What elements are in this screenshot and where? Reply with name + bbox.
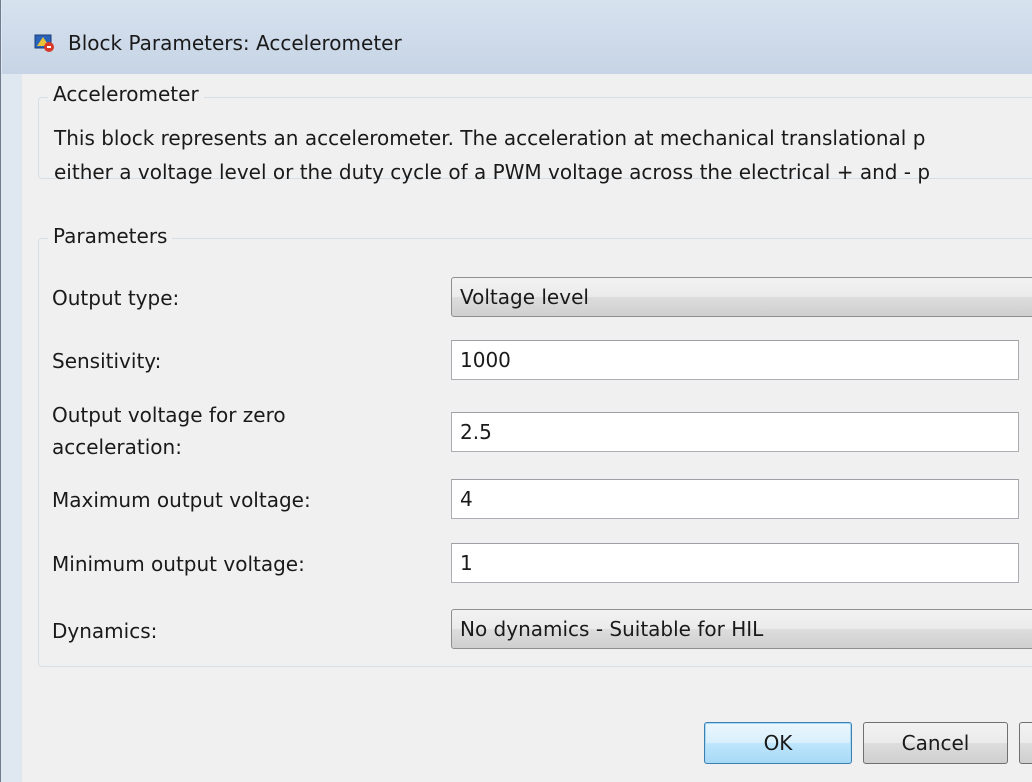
output-type-value: Voltage level — [460, 285, 589, 309]
dialog-window: Block Parameters: Accelerometer Accelero… — [0, 0, 1032, 782]
zero-accel-voltage-input[interactable]: 2.5 — [451, 412, 1019, 452]
max-voltage-label: Maximum output voltage: — [52, 488, 311, 512]
output-type-dropdown[interactable]: Voltage level — [451, 277, 1032, 317]
min-voltage-input[interactable]: 1 — [451, 543, 1019, 583]
max-voltage-value: 4 — [460, 487, 473, 511]
ok-button[interactable]: OK — [704, 722, 852, 764]
help-button-partial[interactable] — [1019, 722, 1032, 764]
window-title: Block Parameters: Accelerometer — [68, 31, 402, 55]
dynamics-label: Dynamics: — [52, 619, 158, 643]
title-bar[interactable]: Block Parameters: Accelerometer — [2, 0, 1032, 74]
zero-accel-label-line-2: acceleration: — [52, 435, 182, 459]
zero-accel-voltage-value: 2.5 — [460, 420, 492, 444]
cancel-button[interactable]: Cancel — [863, 722, 1008, 764]
description-line-2: either a voltage level or the duty cycle… — [54, 160, 931, 184]
description-group-label: Accelerometer — [48, 82, 204, 106]
dynamics-value: No dynamics - Suitable for HIL — [460, 617, 764, 641]
min-voltage-value: 1 — [460, 551, 473, 575]
output-type-label: Output type: — [52, 286, 180, 310]
max-voltage-input[interactable]: 4 — [451, 479, 1019, 519]
min-voltage-label: Minimum output voltage: — [52, 552, 305, 576]
parameters-group-label: Parameters — [48, 224, 173, 248]
zero-accel-label-line-1: Output voltage for zero — [52, 403, 286, 427]
sensitivity-value: 1000 — [460, 348, 511, 372]
simulink-block-icon — [34, 34, 54, 52]
dynamics-dropdown[interactable]: No dynamics - Suitable for HIL — [451, 609, 1032, 649]
sensitivity-input[interactable]: 1000 — [451, 340, 1019, 380]
sensitivity-label: Sensitivity: — [52, 349, 162, 373]
description-line-1: This block represents an accelerometer. … — [54, 126, 926, 150]
